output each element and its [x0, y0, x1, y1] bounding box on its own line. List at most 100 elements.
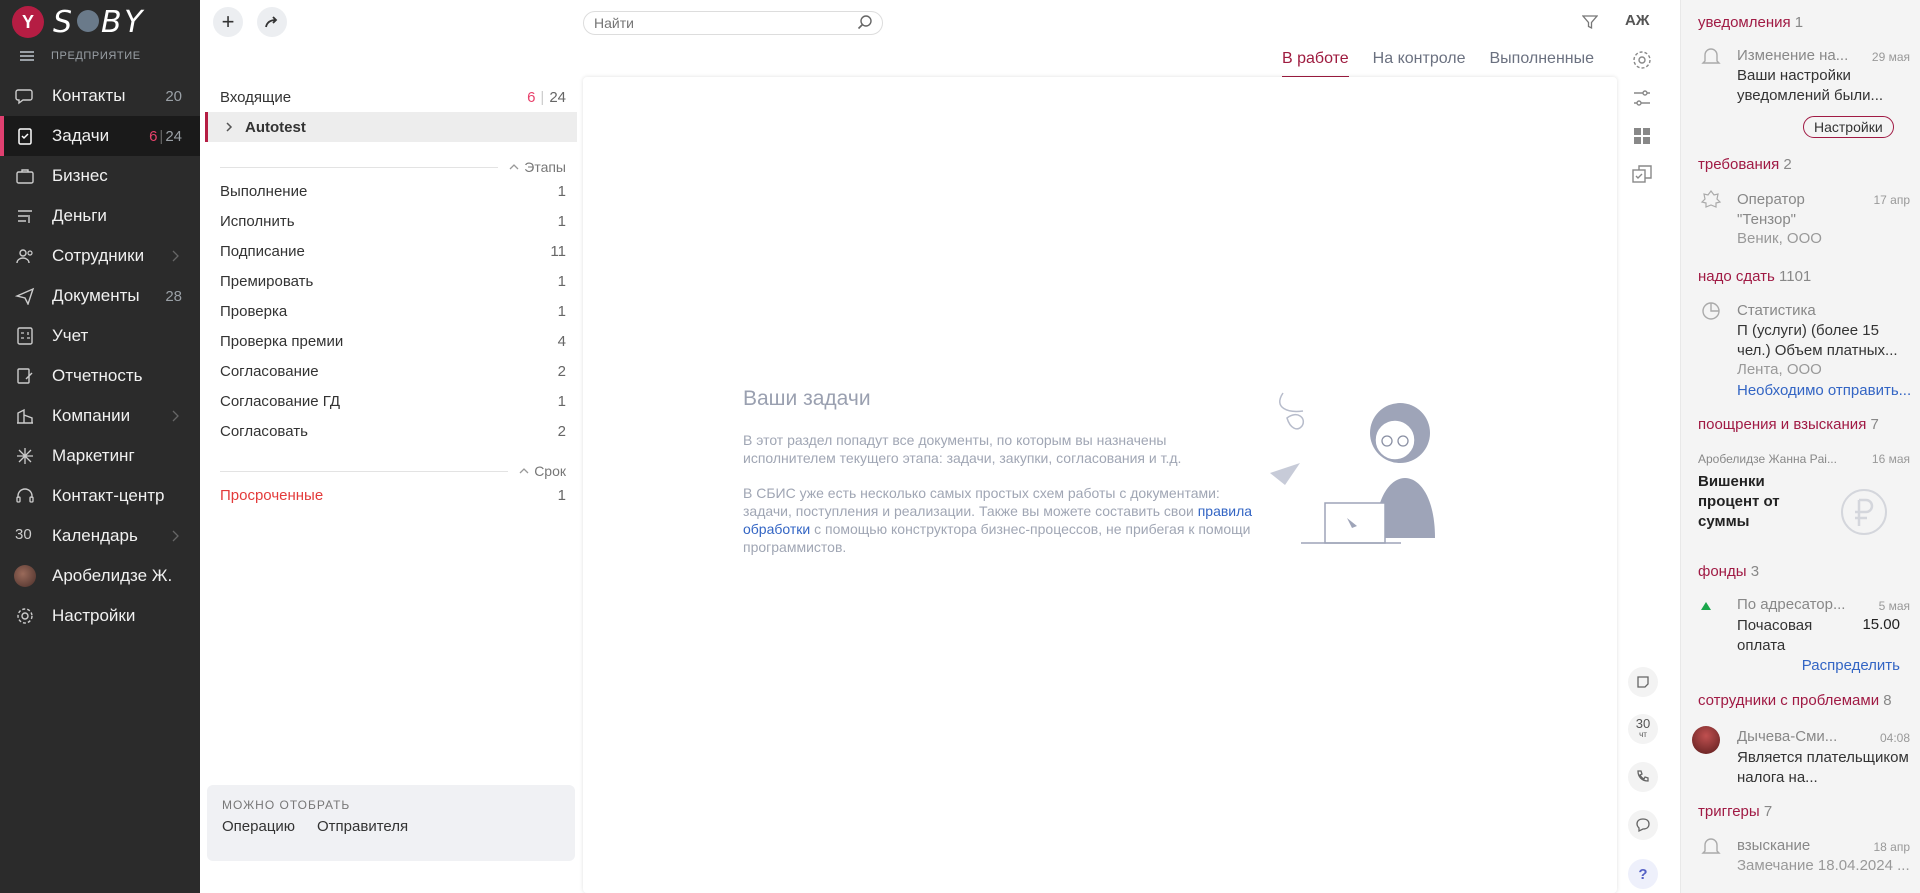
funds-date: 5 мая [1878, 599, 1910, 613]
funds-text: Почасовая оплата [1737, 617, 1813, 654]
funds-distribute-link[interactable]: Распределить [1802, 657, 1900, 674]
user-initials[interactable]: АЖ [1625, 12, 1649, 29]
emblem-icon [1700, 190, 1722, 208]
filter-icon[interactable] [1582, 14, 1598, 30]
nav-item-business[interactable]: Бизнес [0, 156, 200, 196]
tab-in-progress[interactable]: В работе [1282, 50, 1349, 79]
nav-label: Документы [52, 286, 140, 305]
nav-menu: Контакты 20 Задачи 6 | 24 Бизнес Деньги Со… [0, 76, 200, 636]
stage-row[interactable]: Проверка 1 [220, 296, 566, 326]
nav-label: Учет [52, 326, 89, 345]
bonus-text[interactable]: Вишенки процент от суммы [1698, 472, 1818, 532]
empty-illustration [1270, 392, 1435, 544]
search-input[interactable] [583, 11, 883, 35]
gear-icon[interactable] [1630, 48, 1654, 72]
nav-item-money[interactable]: Деньги [0, 196, 200, 236]
clipboard-icon [15, 127, 35, 145]
nav-item-contacts[interactable]: Контакты 20 [0, 76, 200, 116]
funds-title[interactable]: По адресатор... [1737, 596, 1845, 613]
nav-label: Контакты [52, 86, 126, 105]
filter-sender-link[interactable]: Отправителя [317, 818, 408, 835]
nav-item-calendar[interactable]: 30 Календарь [0, 516, 200, 556]
chat-button[interactable] [1628, 810, 1658, 840]
stage-row[interactable]: Проверка премии 4 [220, 326, 566, 356]
overdue-row[interactable]: Просроченные 1 [220, 480, 566, 510]
tab-completed[interactable]: Выполненные [1490, 50, 1595, 79]
emp-text: Является плательщиком налога на... [1737, 749, 1909, 786]
stage-row[interactable]: Согласование 2 [220, 356, 566, 386]
inbox-count: 6 | 24 [527, 88, 566, 106]
chat-bubble-icon [1636, 818, 1650, 833]
search-icon[interactable] [857, 14, 873, 30]
stage-row[interactable]: Премировать 1 [220, 266, 566, 296]
notif-title[interactable]: Изменение на... [1737, 47, 1848, 64]
folder-autotest[interactable]: Autotest [205, 112, 577, 142]
section-triggers[interactable]: триггеры 7 [1698, 803, 1772, 820]
nav-item-accounting[interactable]: Учет [0, 316, 200, 356]
stage-row[interactable]: Согласование ГД 1 [220, 386, 566, 416]
inbox-row[interactable]: Входящие 6 | 24 [220, 82, 566, 112]
bonus-author: Аробелидзе Жанна Pai... [1698, 452, 1837, 466]
note-icon [1637, 676, 1649, 688]
nav-label: Отчетность [52, 366, 143, 385]
due-title[interactable]: Статистика [1737, 302, 1816, 319]
section-requirements[interactable]: требования 2 [1698, 156, 1792, 173]
help-button[interactable]: ? [1628, 859, 1658, 889]
chevron-right-icon [168, 408, 182, 422]
section-notifications[interactable]: уведомления 1 [1698, 14, 1803, 31]
menu-icon[interactable] [20, 51, 34, 61]
chevron-up-icon [519, 468, 529, 474]
emp-title[interactable]: Дычева-Сми... [1737, 728, 1837, 745]
nav-item-contact-center[interactable]: Контакт-центр [0, 476, 200, 516]
nav-label: Маркетинг [52, 446, 135, 465]
nav-label: Сотрудники [52, 246, 145, 265]
logo-icon: Y [12, 6, 44, 38]
stage-row[interactable]: Согласовать 2 [220, 416, 566, 446]
nav-item-documents[interactable]: Документы 28 [0, 276, 200, 316]
grid-icon[interactable] [1630, 124, 1654, 148]
logo[interactable]: Y S BY [12, 5, 145, 40]
stages-header[interactable]: Этапы [220, 157, 566, 177]
add-button[interactable]: + [213, 7, 243, 37]
chevron-right-icon[interactable] [223, 121, 235, 133]
org-switcher[interactable]: ПРЕДПРИЯТИЕ [20, 50, 141, 62]
phone-button[interactable] [1628, 762, 1658, 792]
filter-operation-link[interactable]: Операцию [222, 818, 295, 835]
tab-on-control[interactable]: На контроле [1373, 50, 1466, 79]
calendar-day: 30 [1635, 716, 1651, 731]
redirect-button[interactable] [257, 7, 287, 37]
section-bonuses[interactable]: поощрения и взыскания 7 [1698, 416, 1879, 433]
due-company: Лента, ООО [1737, 361, 1822, 378]
stage-row[interactable]: Выполнение 1 [220, 176, 566, 206]
section-to-submit[interactable]: надо сдать 1101 [1698, 268, 1811, 285]
stage-row[interactable]: Исполнить 1 [220, 206, 566, 236]
nav-label: Аробелидзе Ж. [52, 566, 173, 585]
nav-item-companies[interactable]: Компании [0, 396, 200, 436]
deadline-header[interactable]: Срок [220, 461, 566, 481]
req-title[interactable]: Оператор "Тензор" [1737, 190, 1857, 230]
calendar-weekday: чт [1639, 730, 1647, 739]
calendar-button[interactable]: 30 чт [1628, 714, 1658, 744]
req-date: 17 апр [1873, 193, 1910, 207]
send-icon [14, 287, 35, 306]
nav-item-settings[interactable]: Настройки [0, 596, 200, 636]
people-icon [15, 247, 35, 265]
nav-item-employees[interactable]: Сотрудники [0, 236, 200, 276]
checklist-icon[interactable] [1630, 162, 1654, 186]
nav-item-profile[interactable]: Аробелидзе Ж. [0, 556, 200, 596]
nav-label: Деньги [52, 206, 107, 225]
section-funds[interactable]: фонды 3 [1698, 563, 1759, 580]
trig-title[interactable]: взыскание [1737, 837, 1810, 854]
due-send-link[interactable]: Необходимо отправить... [1737, 382, 1911, 399]
nav-item-reports[interactable]: Отчетность [0, 356, 200, 396]
stage-row[interactable]: Подписание 11 [220, 236, 566, 266]
bell-icon [1701, 48, 1721, 64]
notif-text: Ваши настройки уведомлений были... [1737, 67, 1884, 104]
sliders-icon[interactable] [1630, 86, 1654, 110]
nav-item-tasks[interactable]: Задачи 6 | 24 [0, 116, 200, 156]
section-employee-problems[interactable]: сотрудники с проблемами 8 [1698, 692, 1892, 709]
folder-label: Autotest [245, 118, 306, 136]
note-button[interactable] [1628, 667, 1658, 697]
nav-item-marketing[interactable]: Маркетинг [0, 436, 200, 476]
notif-settings-button[interactable]: Настройки [1803, 116, 1894, 138]
